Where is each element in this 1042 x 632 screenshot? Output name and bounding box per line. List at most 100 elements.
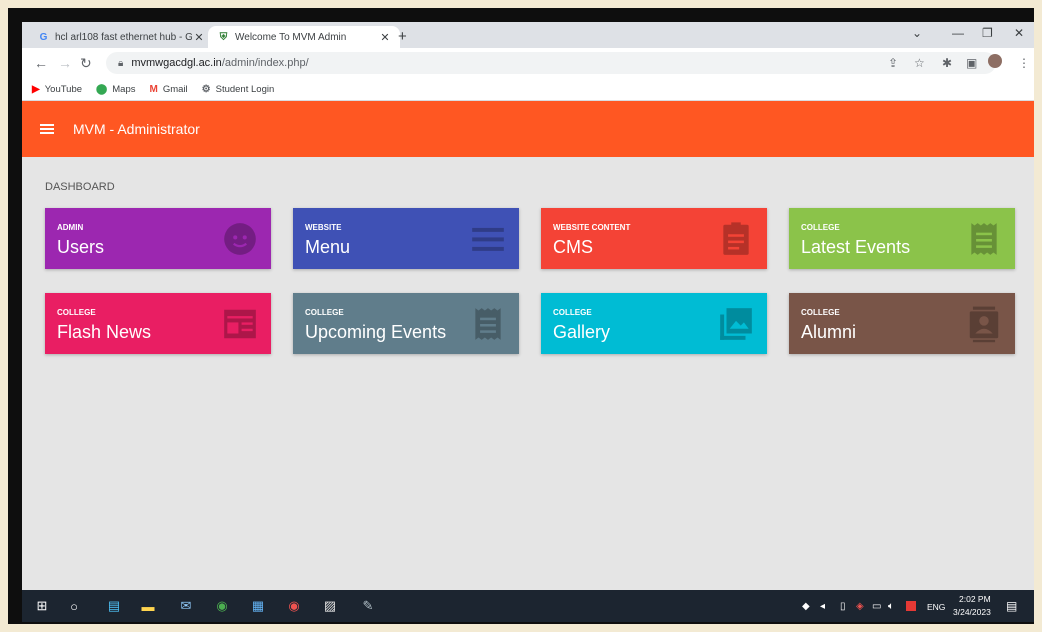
- chrome-icon[interactable]: ◉: [214, 598, 230, 614]
- hamburger-menu-icon[interactable]: [40, 124, 54, 134]
- usb-icon[interactable]: ▯: [840, 601, 846, 612]
- share-icon[interactable]: ⇪: [888, 56, 898, 70]
- card-category: COLLEGE: [801, 308, 840, 317]
- tab-title: Welcome To MVM Admin: [235, 31, 347, 43]
- windows-start-icon[interactable]: ⊞: [34, 598, 50, 614]
- bookmark-youtube[interactable]: ▶ YouTube: [32, 84, 82, 95]
- tab-search-chevron-icon[interactable]: ⌄: [912, 26, 922, 40]
- app-title[interactable]: MVM - Administrator: [73, 121, 200, 137]
- google-icon: G: [39, 31, 48, 43]
- card-title: CMS: [553, 237, 593, 257]
- tab-mvm-admin[interactable]: ⛨ Welcome To MVM Admin ✕: [208, 26, 400, 48]
- contact-icon: [969, 306, 999, 343]
- paint-icon[interactable]: ✎: [360, 598, 376, 614]
- url-host: mvmwgacdgl.ac.in: [131, 57, 222, 69]
- app-header: MVM - Administrator: [22, 101, 1034, 157]
- bookmark-label: Maps: [112, 83, 136, 95]
- mail-icon[interactable]: ✉: [178, 598, 194, 614]
- address-bar-row: ← → ↻ 🔒︎ mvmwgacdgl.ac.in/admin/index.ph…: [22, 48, 1034, 78]
- task-view-icon[interactable]: ▤: [106, 598, 122, 614]
- tray-app-icon[interactable]: ◆: [802, 601, 810, 612]
- card-latest-events[interactable]: COLLEGE Latest Events: [789, 208, 1015, 269]
- close-tab-icon[interactable]: ✕: [378, 31, 392, 44]
- card-title: Upcoming Events: [305, 322, 447, 342]
- notification-app-icon[interactable]: [906, 601, 916, 611]
- url-text: mvmwgacdgl.ac.in/admin/index.php/: [131, 57, 308, 69]
- card-title: Menu: [305, 237, 351, 257]
- search-icon[interactable]: ○: [66, 598, 82, 614]
- clock-date[interactable]: 3/24/2023: [953, 607, 991, 617]
- url-path: /admin/index.php/: [221, 57, 309, 69]
- site-favicon-icon: ⛨: [219, 31, 228, 43]
- bookmark-gmail[interactable]: M Gmail: [149, 84, 187, 95]
- card-gallery[interactable]: COLLEGE Gallery: [541, 293, 767, 354]
- language-indicator[interactable]: ENG: [927, 602, 945, 612]
- card-category: COLLEGE: [305, 308, 344, 317]
- antivirus-icon[interactable]: ◈: [856, 601, 864, 612]
- bookmarks-bar: ▶ YouTube ⬤ Maps M Gmail ⚙ Student Login: [22, 78, 1034, 101]
- menu-icon: [472, 227, 504, 251]
- bookmark-label: Gmail: [162, 83, 188, 95]
- card-flash-news[interactable]: COLLEGE Flash News: [45, 293, 271, 354]
- gear-icon: ⚙: [201, 83, 211, 95]
- tab-title: hcl arl108 fast ethernet hub - Go: [55, 31, 192, 43]
- profile-avatar[interactable]: [988, 54, 1002, 68]
- show-hidden-icons-icon[interactable]: ◂: [820, 601, 825, 612]
- receipt-icon: [971, 223, 997, 255]
- windows-taskbar: ⊞ ○ ▤ ▬ ✉ ◉ ▦ ◉ ▨ ✎ ◆ ◂ ▯ ◈ ▭ 🔈︎ ENG 2:0…: [22, 590, 1034, 622]
- tab-google-search[interactable]: G hcl arl108 fast ethernet hub - Go ✕: [32, 26, 214, 48]
- card-menu[interactable]: WEBSITE Menu: [293, 208, 519, 269]
- receipt-icon: [475, 308, 501, 340]
- photos-icon[interactable]: ▨: [322, 598, 338, 614]
- network-icon[interactable]: ▭: [872, 601, 881, 612]
- gallery-icon: [720, 308, 752, 340]
- new-tab-button[interactable]: +: [398, 28, 407, 45]
- clipboard-icon: [723, 222, 749, 255]
- volume-icon[interactable]: 🔈︎: [888, 601, 894, 612]
- reload-icon[interactable]: ↻: [80, 55, 92, 72]
- close-tab-icon[interactable]: ✕: [192, 31, 206, 44]
- url-field[interactable]: 🔒︎ mvmwgacdgl.ac.in/admin/index.php/: [106, 52, 996, 74]
- youtube-icon: ▶: [32, 83, 40, 95]
- card-title: Alumni: [801, 322, 857, 342]
- card-category: ADMIN: [57, 223, 84, 232]
- side-panel-icon[interactable]: ▣: [966, 56, 977, 70]
- action-center-icon[interactable]: ▤: [1006, 599, 1017, 613]
- section-title: DASHBOARD: [45, 181, 115, 193]
- extensions-puzzle-icon[interactable]: ✱: [942, 56, 952, 70]
- newspaper-icon: [224, 309, 256, 339]
- card-alumni[interactable]: COLLEGE Alumni: [789, 293, 1015, 354]
- app-icon[interactable]: ▦: [250, 598, 266, 614]
- card-category: COLLEGE: [57, 308, 96, 317]
- minimize-button[interactable]: —: [952, 26, 964, 40]
- file-explorer-icon[interactable]: ▬: [140, 598, 156, 614]
- card-users[interactable]: ADMIN Users: [45, 208, 271, 269]
- back-arrow-icon[interactable]: ←: [34, 55, 48, 71]
- photo-frame: G hcl arl108 fast ethernet hub - Go ✕ ⛨ …: [0, 0, 1042, 632]
- screen: G hcl arl108 fast ethernet hub - Go ✕ ⛨ …: [22, 22, 1034, 622]
- clock-time[interactable]: 2:02 PM: [959, 594, 991, 604]
- bookmark-star-icon[interactable]: ☆: [914, 56, 925, 70]
- bookmark-maps[interactable]: ⬤ Maps: [96, 84, 135, 95]
- card-title: Latest Events: [801, 237, 911, 257]
- more-menu-icon[interactable]: ⋮: [1018, 56, 1030, 70]
- bookmark-label: YouTube: [44, 83, 83, 95]
- gmail-icon: M: [149, 83, 158, 95]
- card-title: Users: [57, 237, 105, 257]
- card-category: COLLEGE: [801, 223, 840, 232]
- forward-arrow-icon[interactable]: →: [58, 55, 72, 71]
- bookmark-student-login[interactable]: ⚙ Student Login: [202, 84, 275, 95]
- chrome-active-icon[interactable]: ◉: [286, 598, 302, 614]
- maps-icon: ⬤: [96, 83, 108, 95]
- card-upcoming-events[interactable]: COLLEGE Upcoming Events: [293, 293, 519, 354]
- card-category: WEBSITE: [305, 223, 342, 232]
- card-cms[interactable]: WEBSITE CONTENT CMS: [541, 208, 767, 269]
- card-title: Gallery: [553, 322, 611, 342]
- face-icon: [224, 223, 256, 255]
- lock-icon: 🔒︎: [118, 57, 124, 69]
- restore-button[interactable]: ❐: [982, 26, 993, 40]
- card-title: Flash News: [57, 322, 152, 342]
- bookmark-label: Student Login: [215, 83, 275, 95]
- close-window-button[interactable]: ✕: [1014, 26, 1024, 40]
- card-category: WEBSITE CONTENT: [553, 223, 631, 232]
